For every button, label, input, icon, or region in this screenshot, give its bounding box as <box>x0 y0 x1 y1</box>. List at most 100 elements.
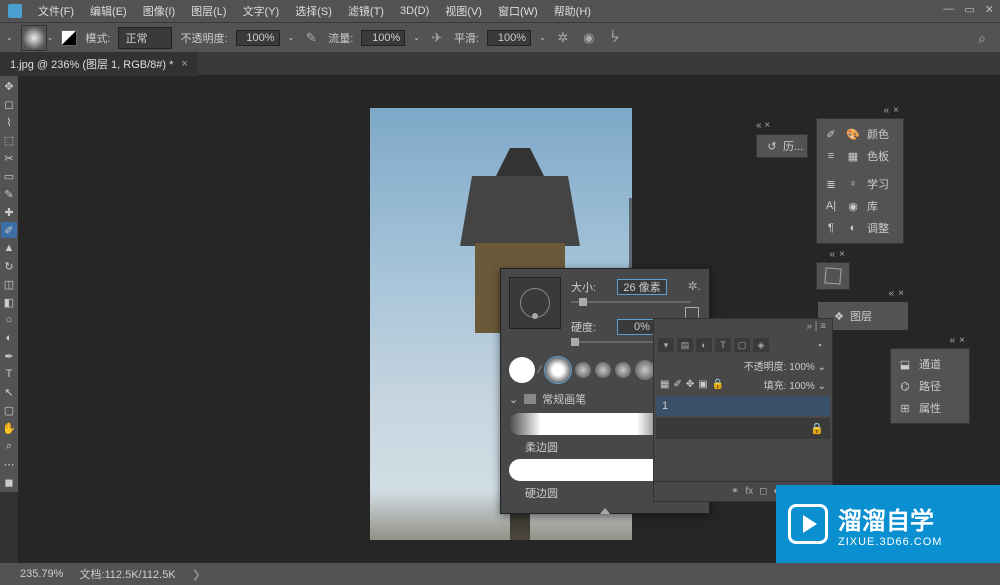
type-tool[interactable]: T <box>1 366 17 382</box>
brush-size-input[interactable] <box>617 279 667 295</box>
lock-position-icon[interactable]: ✥ <box>686 379 694 390</box>
lock-artboard-icon[interactable]: ▣ <box>698 379 707 390</box>
mask-icon[interactable]: ◻ <box>759 486 767 497</box>
lock-image-icon[interactable]: ✐ <box>673 379 681 390</box>
menu-help[interactable]: 帮助(H) <box>546 3 599 19</box>
menu-filter[interactable]: 滤镜(T) <box>340 3 392 19</box>
brush-preset-6[interactable] <box>635 360 655 380</box>
brush-preset-dropdown[interactable]: ⌄ <box>47 33 54 42</box>
menu-view[interactable]: 视图(V) <box>437 3 490 19</box>
menu-select[interactable]: 选择(S) <box>287 3 340 19</box>
zoom-tool[interactable]: ⌕ <box>1 438 17 454</box>
learn-panel-item[interactable]: ≣♀学习 <box>821 173 899 195</box>
brush-stroke-preview-soft[interactable] <box>509 413 669 435</box>
filter-type-icon[interactable]: T <box>715 338 731 352</box>
brush-preset-3[interactable] <box>575 362 591 378</box>
tab-close-icon[interactable]: × <box>181 58 187 70</box>
blur-tool[interactable]: ○ <box>1 312 17 328</box>
symmetry-icon[interactable]: ᔮ <box>606 29 624 47</box>
lasso-tool[interactable]: ⌇ <box>1 114 17 130</box>
brush-stroke-preview-hard[interactable] <box>509 459 669 481</box>
layer-fill-value[interactable]: 100% <box>789 381 815 392</box>
filter-smart-icon[interactable]: ◈ <box>753 338 769 352</box>
menu-file[interactable]: 文件(F) <box>30 3 82 19</box>
panel-collapse-icon[interactable]: « <box>950 335 956 346</box>
resize-handle-icon[interactable] <box>600 508 610 514</box>
brush-preset-soft-selected[interactable] <box>545 357 571 383</box>
swatches-panel-item[interactable]: ≡▦色板 <box>821 145 899 167</box>
stamp-tool[interactable]: ▲ <box>1 240 17 256</box>
panel-close-icon[interactable]: × <box>959 335 965 346</box>
move-tool[interactable]: ✥ <box>1 78 17 94</box>
document-tab[interactable]: 1.jpg @ 236% (图层 1, RGB/8#) * × <box>0 52 198 76</box>
channels-panel-item[interactable]: ⬓通道 <box>895 353 965 375</box>
menu-3d[interactable]: 3D(D) <box>392 5 437 17</box>
quick-select-tool[interactable]: ⬚ <box>1 132 17 148</box>
brush-panel-toggle-icon[interactable] <box>61 30 77 46</box>
layer-item-1[interactable]: 1 <box>656 396 830 416</box>
opacity-dropdown[interactable]: ⌄ <box>288 33 295 42</box>
color-panel-item[interactable]: ✐🎨颜色 <box>821 123 899 145</box>
brush-preview[interactable] <box>21 25 47 51</box>
panel-collapse-icon[interactable]: « <box>884 105 890 116</box>
dodge-tool[interactable]: ◐ <box>1 330 17 346</box>
minimize-icon[interactable]: — <box>943 3 954 16</box>
fx-icon[interactable]: fx <box>745 486 753 497</box>
panel-close-icon[interactable]: × <box>839 249 845 260</box>
panel-menu-icon[interactable]: » | ≡ <box>806 321 826 332</box>
close-icon[interactable]: ✕ <box>985 3 994 16</box>
flow-dropdown[interactable]: ⌄ <box>413 33 420 42</box>
path-select-tool[interactable]: ↖ <box>1 384 17 400</box>
eyedropper-tool[interactable]: ✎ <box>1 186 17 202</box>
hand-tool[interactable]: ✋ <box>1 420 17 436</box>
edit-toolbar[interactable]: ⋯ <box>1 456 17 472</box>
filter-shape-icon[interactable]: ▢ <box>734 338 750 352</box>
libraries-panel-item[interactable]: A|◉库 <box>821 195 899 217</box>
3d-panel[interactable]: «× <box>816 262 850 290</box>
history-brush-tool[interactable]: ↻ <box>1 258 17 274</box>
pressure-opacity-icon[interactable]: ✎ <box>302 29 320 47</box>
crop-tool[interactable]: ✂ <box>1 150 17 166</box>
blend-mode-select[interactable]: 正常 <box>118 27 172 49</box>
history-tab[interactable]: ↺ 历... <box>757 135 811 157</box>
link-icon[interactable]: ⚭ <box>731 486 739 497</box>
zoom-level[interactable]: 235.79% <box>20 568 63 580</box>
pressure-size-icon[interactable]: ◉ <box>580 29 598 47</box>
restore-icon[interactable]: ▭ <box>964 3 974 16</box>
adjustments-panel-item[interactable]: ¶◐调整 <box>821 217 899 239</box>
shape-tool[interactable]: ▢ <box>1 402 17 418</box>
color-swatch[interactable]: ◼ <box>1 474 17 490</box>
airbrush-icon[interactable]: ✈ <box>428 29 446 47</box>
history-panel[interactable]: ↺ 历... <box>756 134 808 158</box>
tool-preset-picker[interactable]: ⌄ <box>6 33 13 42</box>
paths-panel-item[interactable]: ⌬路径 <box>895 375 965 397</box>
filter-adjust-icon[interactable]: ◐ <box>696 338 712 352</box>
layer-item-background[interactable]: 🔒 <box>656 418 830 439</box>
brush-angle-preview[interactable] <box>509 277 561 329</box>
healing-tool[interactable]: ✚ <box>1 204 17 220</box>
filter-toggle[interactable]: ▪ <box>812 338 828 352</box>
search-icon[interactable]: ⌕ <box>978 30 986 47</box>
status-menu-icon[interactable]: ❯ <box>192 568 201 581</box>
brush-preset-5[interactable] <box>615 362 631 378</box>
menu-layer[interactable]: 图层(L) <box>183 3 234 19</box>
panel-collapse-icon[interactable]: « <box>830 249 836 260</box>
pen-tool[interactable]: ✒ <box>1 348 17 364</box>
properties-panel-item[interactable]: ⊞属性 <box>895 397 965 419</box>
brush-size-slider[interactable] <box>571 301 691 303</box>
lock-transparent-icon[interactable]: ▦ <box>660 379 669 390</box>
brush-tool[interactable]: ✐ <box>1 222 17 238</box>
panel-close-icon[interactable]: × <box>898 288 904 299</box>
panel-collapse-icon[interactable]: « <box>889 288 895 299</box>
menu-image[interactable]: 图像(I) <box>135 3 183 19</box>
menu-type[interactable]: 文字(Y) <box>235 3 288 19</box>
brush-preset-hard[interactable] <box>509 357 535 383</box>
filter-pixel-icon[interactable]: ▤ <box>677 338 693 352</box>
smooth-options-icon[interactable]: ✲ <box>554 29 572 47</box>
layer-opacity-value[interactable]: 100% <box>789 362 815 373</box>
brush-preset-4[interactable] <box>595 362 611 378</box>
frame-tool[interactable]: ▭ <box>1 168 17 184</box>
gradient-tool[interactable]: ◧ <box>1 294 17 310</box>
menu-window[interactable]: 窗口(W) <box>490 3 546 19</box>
filter-kind[interactable]: ▾ <box>658 338 674 352</box>
